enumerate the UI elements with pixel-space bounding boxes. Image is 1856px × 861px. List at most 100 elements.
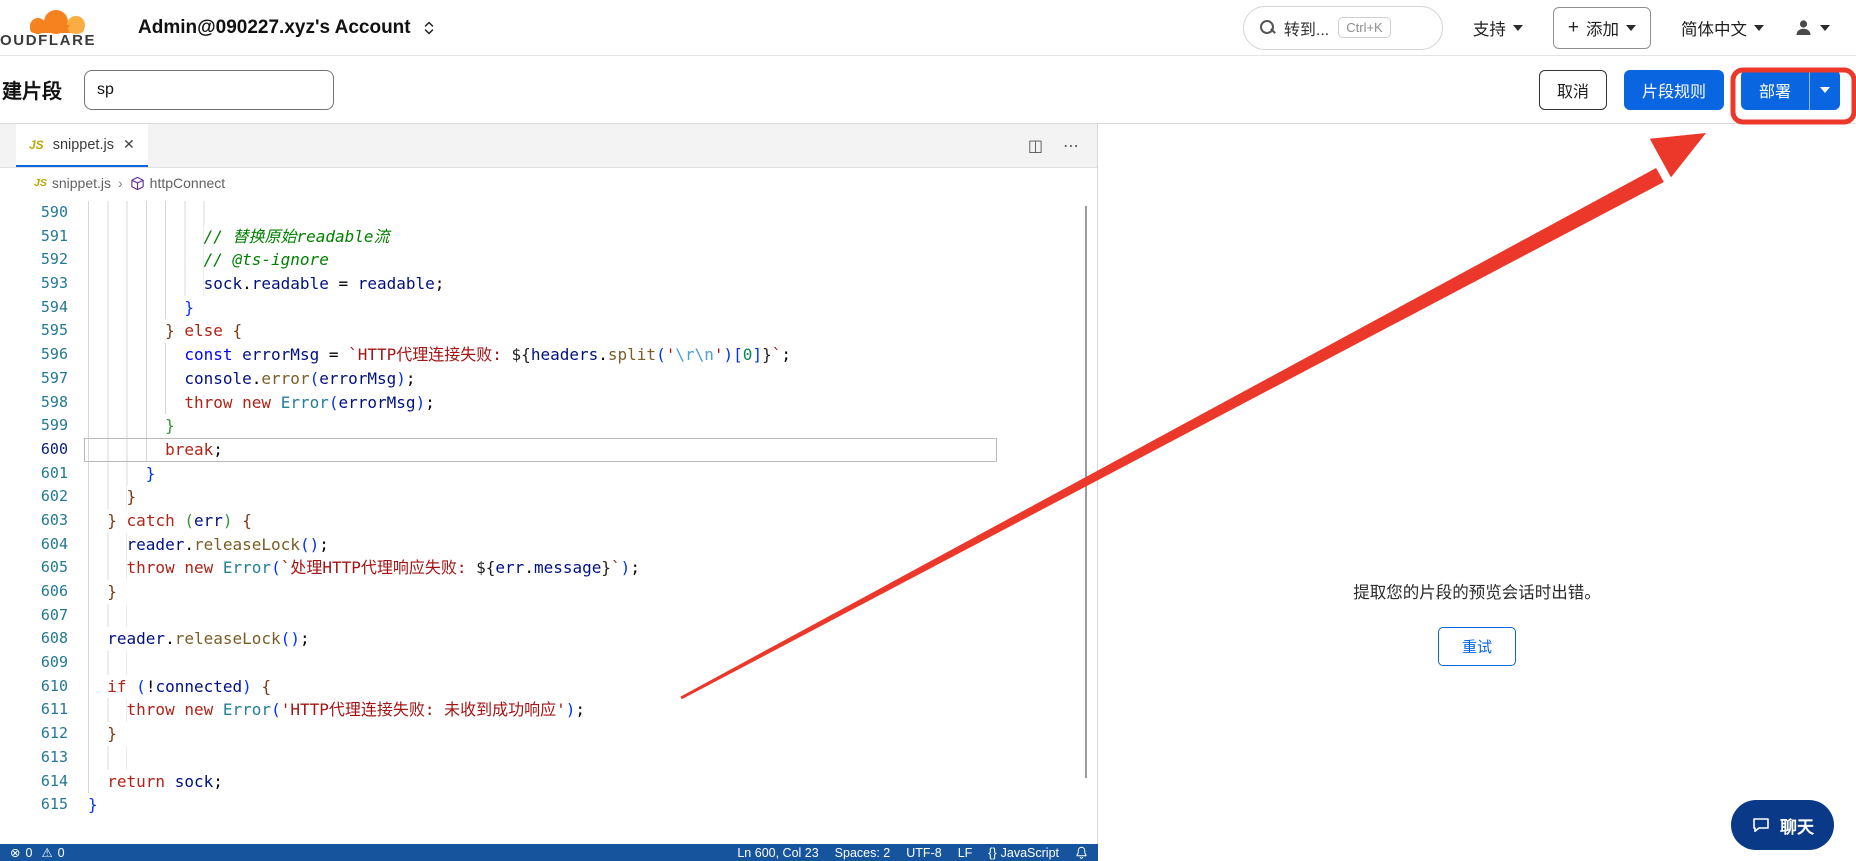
code-line-615[interactable]: 615} bbox=[0, 793, 1097, 817]
breadcrumb-file[interactable]: JS snippet.js bbox=[34, 175, 111, 191]
snippet-name-input[interactable] bbox=[84, 70, 334, 110]
error-count: 0 bbox=[25, 846, 32, 860]
split-editor-icon[interactable]: ◫ bbox=[1028, 136, 1043, 156]
retry-button[interactable]: 重试 bbox=[1438, 627, 1516, 666]
code-line-599[interactable]: 599} bbox=[0, 414, 1097, 438]
chat-button[interactable]: 聊天 bbox=[1731, 800, 1834, 850]
code-line-596[interactable]: 596const errorMsg = `HTTP代理连接失败: ${heade… bbox=[0, 343, 1097, 367]
language-mode-status[interactable]: {} JavaScript bbox=[988, 846, 1059, 860]
code-line-608[interactable]: 608reader.releaseLock(); bbox=[0, 627, 1097, 651]
line-number: 609 bbox=[0, 651, 68, 675]
language-menu[interactable]: 简体中文 bbox=[1681, 16, 1764, 40]
code-line-609[interactable]: 609 bbox=[0, 651, 1097, 675]
code-line-591[interactable]: 591 // 替换原始readable流 bbox=[0, 225, 1097, 249]
cursor-position-status[interactable]: Ln 600, Col 23 bbox=[737, 846, 818, 860]
deploy-dropdown-button[interactable] bbox=[1809, 70, 1840, 110]
line-content: console.error(errorMsg); bbox=[88, 367, 416, 391]
code-editor[interactable]: 590591// 替换原始readable流592// @ts-ignore59… bbox=[0, 198, 1097, 861]
snippet-rules-button[interactable]: 片段规则 bbox=[1624, 70, 1724, 110]
toolbar-actions: 取消 片段规则 部署 bbox=[1539, 70, 1840, 110]
retry-wrap: 重试 bbox=[1098, 627, 1856, 666]
code-line-600[interactable]: 600break; bbox=[0, 438, 1097, 462]
line-content: // 替换原始readable流 bbox=[88, 225, 390, 249]
line-number: 610 bbox=[0, 675, 68, 699]
language-label: 简体中文 bbox=[1681, 16, 1747, 40]
code-line-592[interactable]: 592// @ts-ignore bbox=[0, 248, 1097, 272]
unfold-icon bbox=[421, 20, 437, 36]
code-line-605[interactable]: 605throw new Error(`处理HTTP代理响应失败: ${err.… bbox=[0, 556, 1097, 580]
code-line-595[interactable]: 595} else { bbox=[0, 319, 1097, 343]
line-content: } bbox=[88, 722, 117, 746]
code-line-603[interactable]: 603} catch (err) { bbox=[0, 509, 1097, 533]
line-number: 605 bbox=[0, 556, 68, 580]
chevron-down-icon bbox=[1754, 25, 1764, 31]
more-actions-icon[interactable]: ⋯ bbox=[1063, 136, 1079, 156]
line-number: 600 bbox=[0, 438, 68, 462]
line-content: if (!connected) { bbox=[88, 675, 271, 699]
code-line-607[interactable]: 607 bbox=[0, 604, 1097, 628]
line-number: 611 bbox=[0, 698, 68, 722]
tab-snippet-js[interactable]: JS snippet.js ✕ bbox=[16, 124, 148, 167]
code-line-593[interactable]: 593sock.readable = readable; bbox=[0, 272, 1097, 296]
logo-text: OUDFLARE bbox=[0, 34, 96, 48]
code-line-613[interactable]: 613 bbox=[0, 746, 1097, 770]
account-title: Admin@090227.xyz's Account bbox=[138, 17, 411, 39]
line-content: } catch (err) { bbox=[88, 509, 252, 533]
code-line-590[interactable]: 590 bbox=[0, 201, 1097, 225]
preview-error-message: 提取您的片段的预览会话时出错。 bbox=[1098, 579, 1856, 603]
problems-status[interactable]: ⊗ 0 ⚠ 0 bbox=[10, 845, 65, 860]
search-shortcut-badge: Ctrl+K bbox=[1338, 17, 1390, 38]
search-icon bbox=[1260, 20, 1275, 35]
global-search[interactable]: 转到... Ctrl+K bbox=[1243, 6, 1443, 50]
breadcrumb-symbol[interactable]: httpConnect bbox=[130, 175, 226, 191]
line-number: 591 bbox=[0, 225, 68, 249]
chevron-down-icon bbox=[1820, 25, 1830, 31]
breadcrumb-symbol-name: httpConnect bbox=[150, 175, 226, 191]
deploy-button[interactable]: 部署 bbox=[1741, 70, 1809, 110]
notifications-bell[interactable] bbox=[1075, 846, 1088, 859]
line-content: } bbox=[88, 793, 98, 817]
line-content: } bbox=[88, 462, 155, 486]
code-line-594[interactable]: 594} bbox=[0, 296, 1097, 320]
top-header: OUDFLARE Admin@090227.xyz's Account 转到..… bbox=[0, 0, 1856, 56]
eol-status[interactable]: LF bbox=[958, 846, 973, 860]
cancel-button[interactable]: 取消 bbox=[1539, 70, 1607, 110]
support-menu[interactable]: 支持 bbox=[1473, 16, 1523, 40]
line-content bbox=[88, 604, 127, 628]
tab-file-name: snippet.js bbox=[53, 137, 114, 153]
line-content bbox=[88, 651, 127, 675]
user-menu[interactable] bbox=[1794, 18, 1830, 37]
line-number: 598 bbox=[0, 391, 68, 415]
indentation-status[interactable]: Spaces: 2 bbox=[835, 846, 891, 860]
code-line-610[interactable]: 610 if (!connected) { bbox=[0, 675, 1097, 699]
line-number: 612 bbox=[0, 722, 68, 746]
line-content: } bbox=[88, 296, 194, 320]
error-icon: ⊗ bbox=[10, 845, 20, 860]
add-menu[interactable]: + 添加 bbox=[1553, 7, 1651, 49]
braces-icon: {} bbox=[988, 846, 996, 860]
line-content: } bbox=[88, 580, 117, 604]
warning-icon: ⚠ bbox=[41, 845, 52, 860]
code-line-598[interactable]: 598throw new Error(errorMsg); bbox=[0, 391, 1097, 415]
page: OUDFLARE Admin@090227.xyz's Account 转到..… bbox=[0, 0, 1856, 861]
code-line-614[interactable]: 614return sock; bbox=[0, 770, 1097, 794]
line-number: 597 bbox=[0, 367, 68, 391]
account-selector[interactable]: Admin@090227.xyz's Account bbox=[138, 17, 437, 39]
close-tab-icon[interactable]: ✕ bbox=[123, 136, 135, 153]
code-line-604[interactable]: 604reader.releaseLock(); bbox=[0, 533, 1097, 557]
code-line-612[interactable]: 612} bbox=[0, 722, 1097, 746]
user-icon bbox=[1794, 18, 1813, 37]
encoding-status[interactable]: UTF-8 bbox=[906, 846, 941, 860]
line-number: 595 bbox=[0, 319, 68, 343]
code-line-606[interactable]: 606} bbox=[0, 580, 1097, 604]
plus-icon: + bbox=[1568, 17, 1579, 39]
editor-scrollbar[interactable] bbox=[1085, 206, 1087, 778]
code-line-611[interactable]: 611throw new Error('HTTP代理连接失败: 未收到成功响应'… bbox=[0, 698, 1097, 722]
code-line-601[interactable]: 601} bbox=[0, 462, 1097, 486]
cloudflare-logo[interactable]: OUDFLARE bbox=[0, 8, 122, 48]
code-line-597[interactable]: 597 console.error(errorMsg); bbox=[0, 367, 1097, 391]
line-number: 613 bbox=[0, 746, 68, 770]
line-content bbox=[88, 746, 127, 770]
line-content bbox=[88, 201, 223, 225]
code-line-602[interactable]: 602} bbox=[0, 485, 1097, 509]
